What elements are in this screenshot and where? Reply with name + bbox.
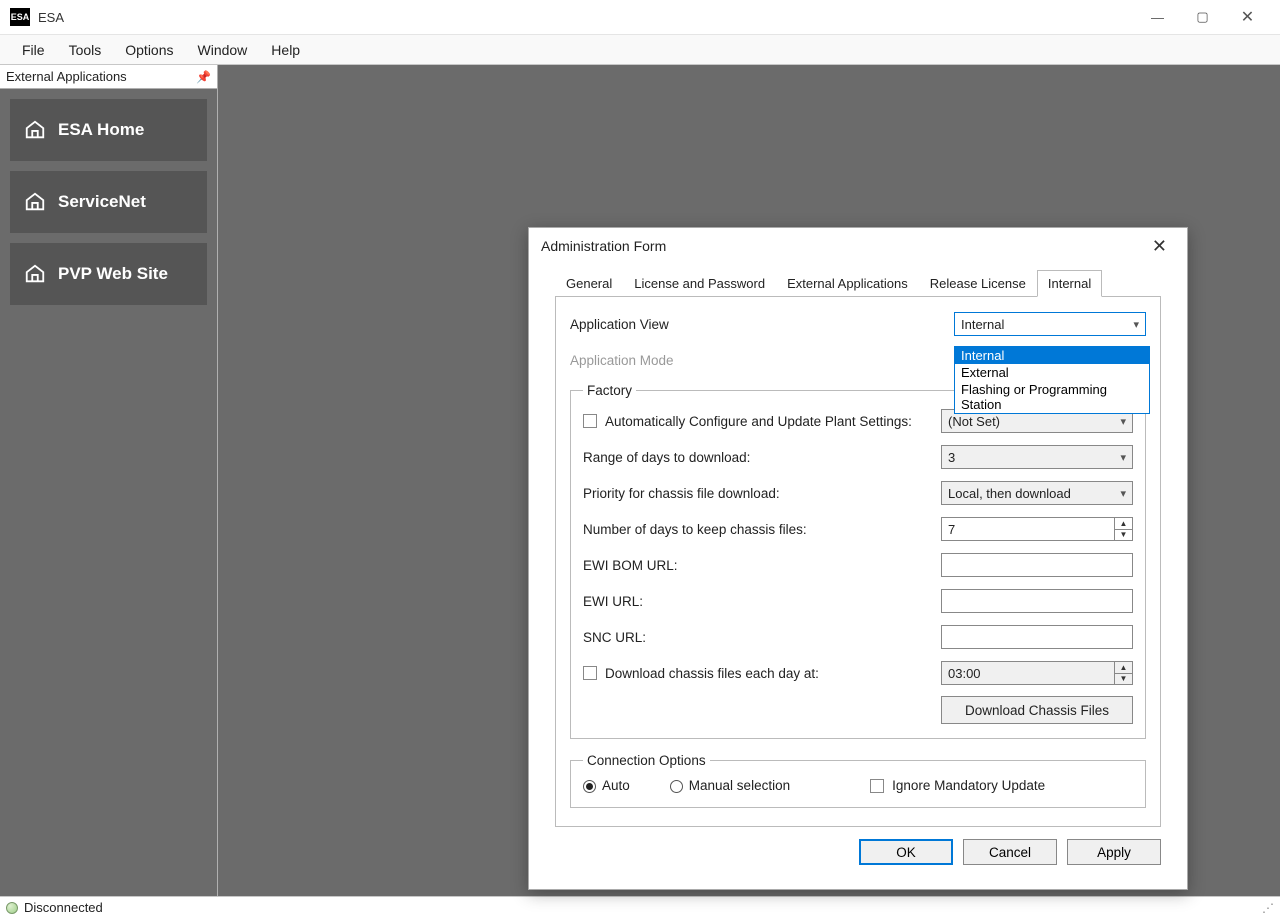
priority-value: Local, then download (948, 486, 1071, 501)
chevron-down-icon: ▾ (1120, 487, 1126, 500)
sidebar-item-label: ESA Home (58, 120, 144, 140)
dialog-title: Administration Form (541, 238, 666, 254)
sidebar-item-servicenet[interactable]: ServiceNet (10, 171, 207, 233)
window-titlebar: ESA ESA — ▢ ✕ (0, 0, 1280, 35)
range-days-value: 3 (948, 450, 955, 465)
menu-help[interactable]: Help (259, 38, 312, 62)
download-time-value: 03:00 (948, 666, 981, 681)
label-range-days: Range of days to download: (583, 450, 941, 465)
priority-combo[interactable]: Local, then download ▾ (941, 481, 1133, 505)
spinner-icon[interactable]: ▲▼ (1114, 518, 1132, 540)
label-priority: Priority for chassis file download: (583, 486, 941, 501)
menu-file[interactable]: File (10, 38, 57, 62)
download-chassis-files-button[interactable]: Download Chassis Files (941, 696, 1133, 724)
minimize-button[interactable]: — (1135, 2, 1180, 32)
side-panel: External Applications 📌 ESA Home Service… (0, 65, 218, 896)
menu-bar: File Tools Options Window Help (0, 35, 1280, 65)
label-keep-days: Number of days to keep chassis files: (583, 522, 941, 537)
chevron-down-icon: ▾ (1120, 415, 1126, 428)
download-time-input[interactable]: 03:00 ▲▼ (941, 661, 1133, 685)
chevron-down-icon: ▾ (1120, 451, 1126, 464)
side-panel-header: External Applications 📌 (0, 65, 217, 89)
tab-release-license[interactable]: Release License (919, 270, 1037, 297)
sidebar-item-esa-home[interactable]: ESA Home (10, 99, 207, 161)
sidebar-item-label: PVP Web Site (58, 264, 168, 284)
home-icon (24, 263, 46, 285)
keep-days-input[interactable]: 7 ▲▼ (941, 517, 1133, 541)
cancel-button[interactable]: Cancel (963, 839, 1057, 865)
tab-external-applications[interactable]: External Applications (776, 270, 919, 297)
home-icon (24, 119, 46, 141)
dropdown-option-flashing-or-programming[interactable]: Flashing or Programming Station (955, 381, 1149, 413)
menu-options[interactable]: Options (113, 38, 185, 62)
close-button[interactable]: ✕ (1225, 2, 1270, 32)
tab-internal[interactable]: Internal (1037, 270, 1102, 297)
sidebar-item-label: ServiceNet (58, 192, 146, 212)
connection-options-group: Connection Options Auto Manual selection… (570, 753, 1146, 808)
administration-form-dialog: Administration Form ✕ General License an… (528, 227, 1188, 890)
label-download-each-day: Download chassis files each day at: (605, 666, 941, 681)
tab-license-and-password[interactable]: License and Password (623, 270, 776, 297)
label-ewi-url: EWI URL: (583, 594, 941, 609)
application-view-dropdown-list[interactable]: Internal External Flashing or Programmin… (954, 346, 1150, 414)
app-icon: ESA (10, 8, 30, 26)
pin-icon[interactable]: 📌 (196, 70, 211, 84)
ewi-bom-url-input[interactable] (941, 553, 1133, 577)
chevron-down-icon: ▾ (1133, 318, 1139, 331)
tab-general[interactable]: General (555, 270, 623, 297)
status-bar: Disconnected ⋰ (0, 896, 1280, 918)
menu-tools[interactable]: Tools (57, 38, 114, 62)
spinner-icon[interactable]: ▲▼ (1114, 662, 1132, 684)
label-snc-url: SNC URL: (583, 630, 941, 645)
label-auto-configure: Automatically Configure and Update Plant… (605, 414, 941, 429)
side-panel-title: External Applications (6, 69, 127, 84)
checkbox-ignore-mandatory-update[interactable]: Ignore Mandatory Update (830, 778, 1045, 793)
application-view-combo[interactable]: Internal ▾ (954, 312, 1146, 336)
plant-settings-value: (Not Set) (948, 414, 1000, 429)
apply-button[interactable]: Apply (1067, 839, 1161, 865)
snc-url-input[interactable] (941, 625, 1133, 649)
dialog-close-button[interactable]: ✕ (1144, 236, 1175, 257)
dropdown-option-internal[interactable]: Internal (955, 347, 1149, 364)
connection-status-text: Disconnected (24, 900, 103, 915)
label-application-view: Application View (570, 317, 954, 332)
window-title: ESA (38, 10, 64, 25)
radio-manual[interactable]: Manual selection (670, 778, 790, 793)
sidebar-item-pvp-web-site[interactable]: PVP Web Site (10, 243, 207, 305)
connection-options-legend: Connection Options (583, 753, 710, 768)
menu-window[interactable]: Window (186, 38, 260, 62)
resize-grip-icon[interactable]: ⋰ (1262, 901, 1274, 915)
application-view-value: Internal (961, 317, 1004, 332)
main-area: yst Administration Form ✕ General Licens… (218, 65, 1280, 896)
home-icon (24, 191, 46, 213)
range-days-combo[interactable]: 3 ▾ (941, 445, 1133, 469)
dropdown-option-external[interactable]: External (955, 364, 1149, 381)
maximize-button[interactable]: ▢ (1180, 2, 1225, 32)
factory-legend: Factory (583, 383, 636, 398)
download-each-day-checkbox[interactable] (583, 666, 597, 680)
ewi-url-input[interactable] (941, 589, 1133, 613)
auto-configure-checkbox[interactable] (583, 414, 597, 428)
radio-auto[interactable]: Auto (583, 778, 630, 793)
dialog-tabs: General License and Password External Ap… (555, 270, 1161, 297)
factory-group: Factory Automatically Configure and Upda… (570, 383, 1146, 739)
connection-status-icon (6, 902, 18, 914)
ok-button[interactable]: OK (859, 839, 953, 865)
keep-days-value: 7 (948, 522, 955, 537)
label-ewi-bom-url: EWI BOM URL: (583, 558, 941, 573)
